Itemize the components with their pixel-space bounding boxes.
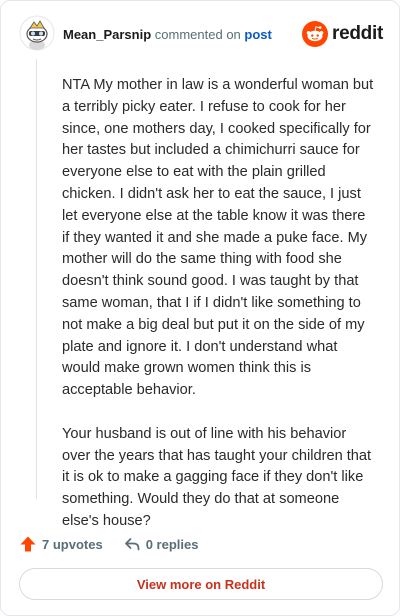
reddit-logo-icon	[302, 21, 329, 47]
comment-actions: 7 upvotes 0 replies	[19, 533, 218, 555]
replies-button[interactable]: 0 replies	[123, 535, 199, 553]
upvote-count: 7 upvotes	[42, 536, 103, 552]
reddit-logo-text: reddit	[332, 23, 383, 44]
reply-arrow-icon	[124, 538, 140, 551]
username-link[interactable]: Mean_Parsnip	[63, 27, 151, 42]
post-link[interactable]: post	[244, 27, 271, 42]
comment-byline: Mean_Parsnip commented on post	[63, 27, 272, 43]
comment-body: NTA My mother in law is a wonderful woma…	[62, 75, 376, 555]
upvote-button[interactable]: 7 upvotes	[19, 535, 103, 553]
reddit-logo[interactable]: reddit	[302, 21, 383, 47]
comment-header: Mean_Parsnip commented on post reddit	[19, 15, 383, 55]
embedded-comment-card: Mean_Parsnip commented on post reddit NT…	[0, 0, 400, 616]
view-more-button[interactable]: View more on Reddit	[19, 568, 383, 600]
reply-count: 0 replies	[145, 536, 199, 552]
thread-line	[36, 59, 37, 499]
comment-paragraph: NTA My mother in law is a wonderful woma…	[62, 77, 374, 399]
byline-action-text: commented on	[154, 27, 241, 42]
comment-paragraph: Your husband is out of line with his beh…	[62, 425, 372, 529]
upvote-arrow-icon	[20, 536, 36, 552]
snoo-avatar-icon[interactable]	[19, 15, 55, 51]
